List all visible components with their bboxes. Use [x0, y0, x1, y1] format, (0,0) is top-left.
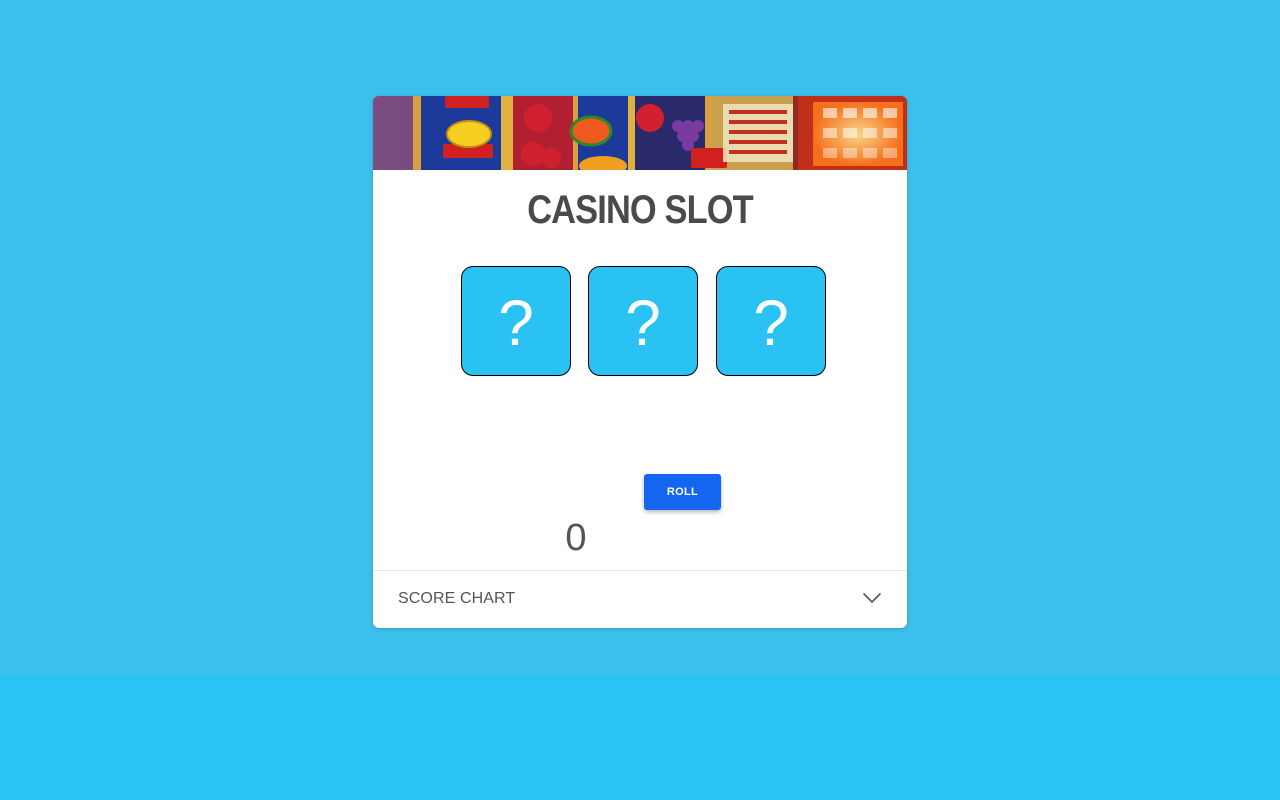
- slot-reel-3: ?: [716, 266, 826, 376]
- reel-3-symbol: ?: [753, 287, 789, 359]
- slot-reel-1: ?: [461, 266, 571, 376]
- score-value: 0: [565, 517, 587, 559]
- roll-button[interactable]: ROLL: [644, 474, 721, 510]
- slot-card: CASINO SLOT ? ? ? ROLL 0 SCORE CHART: [373, 96, 907, 628]
- slot-machine-banner-image: [373, 96, 907, 170]
- page-title: CASINO SLOT: [527, 188, 753, 232]
- slot-reel-2: ?: [588, 266, 698, 376]
- score-chart-label: SCORE CHART: [398, 590, 516, 607]
- score-chart-expander[interactable]: SCORE CHART: [373, 570, 907, 628]
- chevron-down-icon[interactable]: [862, 591, 882, 605]
- reel-1-symbol: ?: [498, 287, 534, 359]
- reel-2-symbol: ?: [625, 287, 661, 359]
